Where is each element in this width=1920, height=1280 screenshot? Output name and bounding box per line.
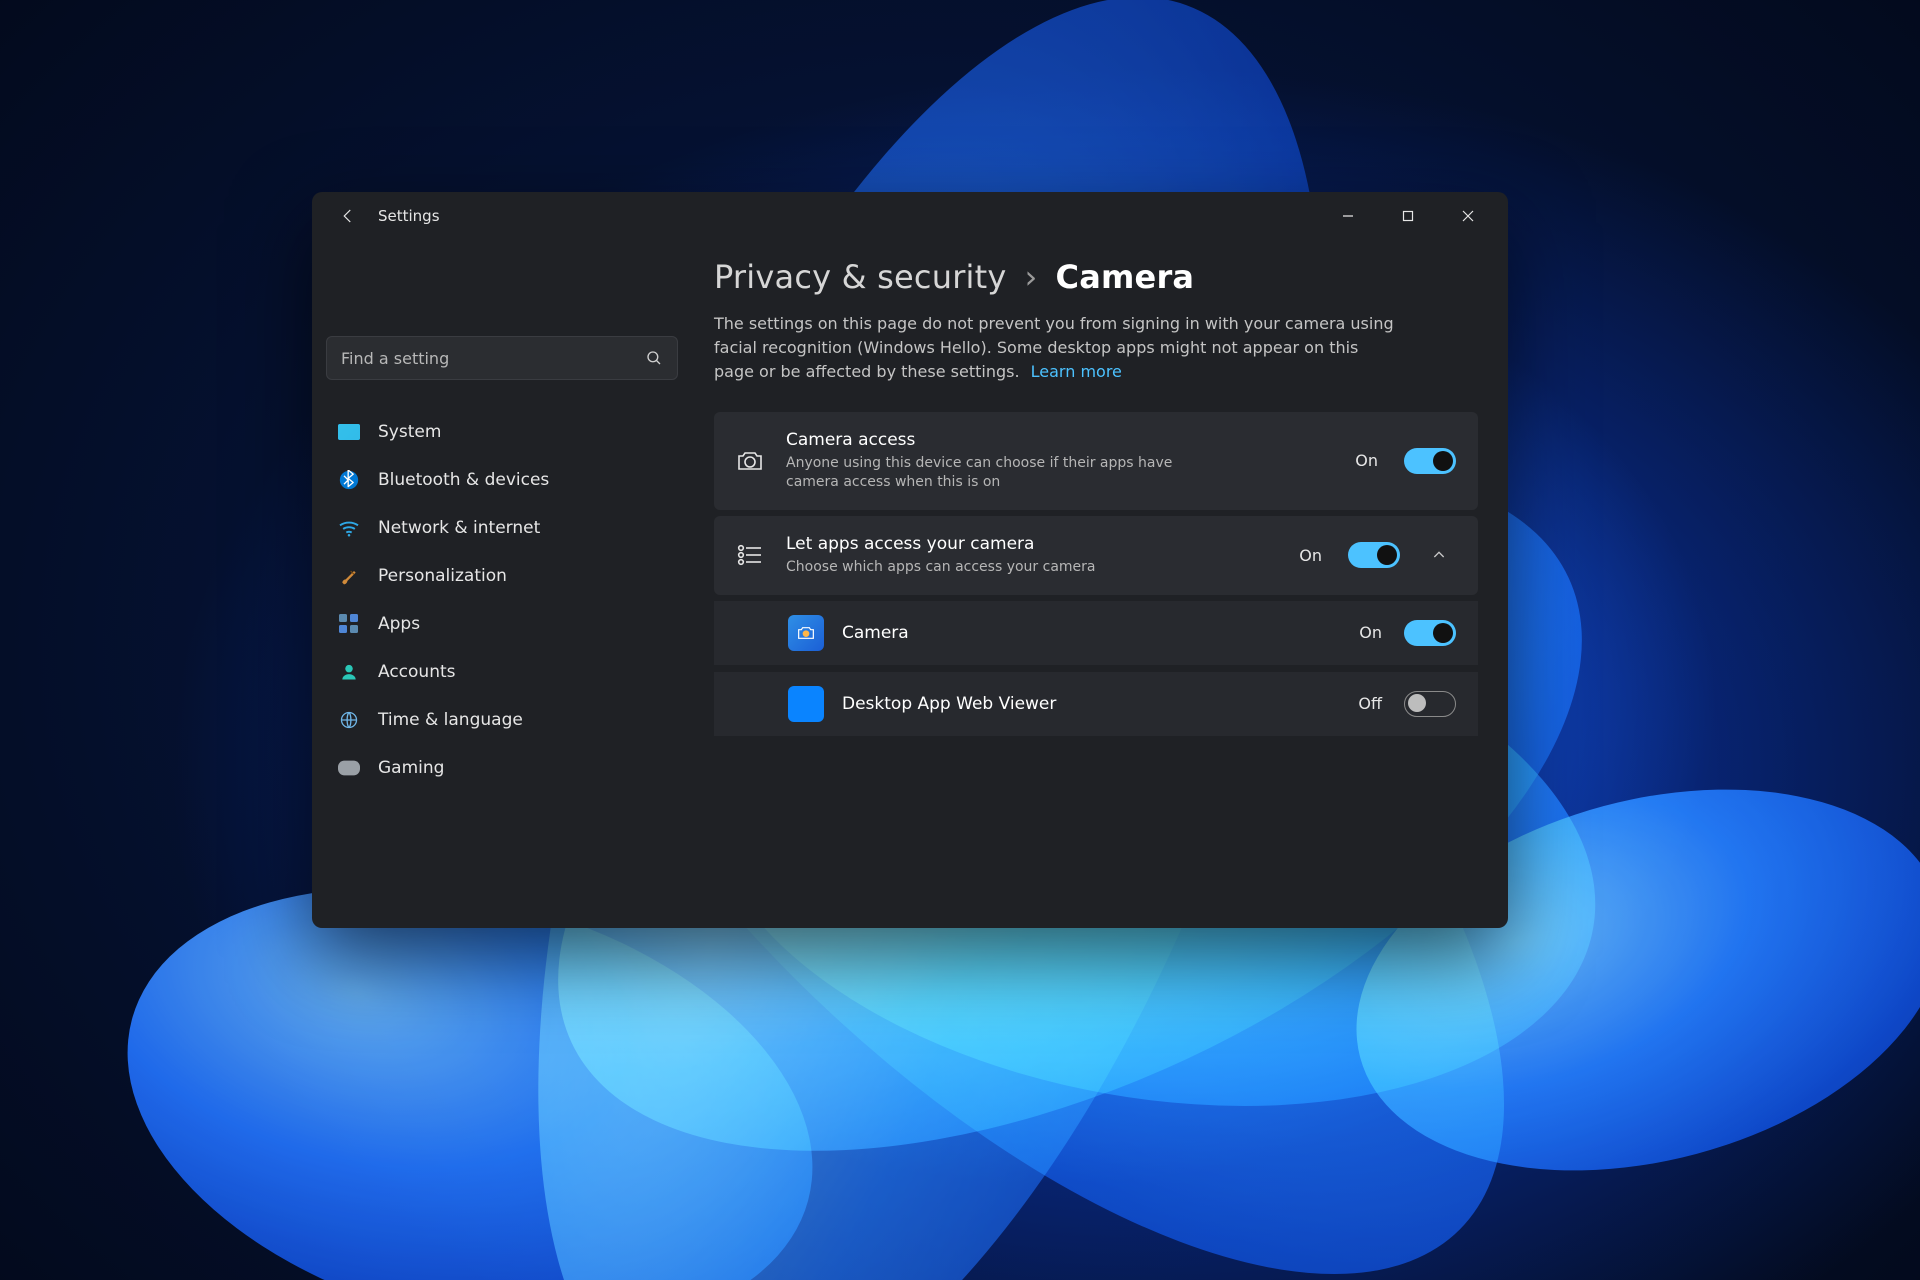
setting-subtitle: Choose which apps can access your camera [786,558,1206,577]
setting-title: Let apps access your camera [786,534,1277,554]
setting-title: Camera access [786,430,1333,450]
sidebar-item-bluetooth[interactable]: Bluetooth & devices [326,456,678,504]
bluetooth-icon [338,469,360,491]
back-button[interactable] [332,200,364,232]
sidebar-item-label: Time & language [378,710,523,730]
display-icon [338,421,360,443]
list-toggle-icon [736,541,764,569]
paintbrush-icon [338,565,360,587]
expand-button[interactable] [1422,547,1456,563]
generic-app-icon [788,686,824,722]
titlebar: Settings [312,192,1508,240]
settings-window: Settings System [312,192,1508,928]
sidebar-item-accounts[interactable]: Accounts [326,648,678,696]
sidebar-item-gaming[interactable]: Gaming [326,744,678,792]
sidebar-item-network[interactable]: Network & internet [326,504,678,552]
close-button[interactable] [1438,195,1498,237]
setting-subtitle: Anyone using this device can choose if t… [786,454,1206,492]
search-input[interactable] [341,349,645,368]
camera-app-icon [788,615,824,651]
apps-icon [338,613,360,635]
page-title: Camera [1056,258,1195,296]
app-desktop-web-viewer-toggle[interactable] [1404,691,1456,717]
toggle-state-label: Off [1358,694,1382,713]
apps-access-toggle[interactable] [1348,542,1400,568]
globe-clock-icon [338,709,360,731]
minimize-button[interactable] [1318,195,1378,237]
toggle-state-label: On [1299,546,1322,565]
breadcrumb: Privacy & security › Camera [714,258,1478,296]
arrow-left-icon [339,207,357,225]
chevron-right-icon: › [1025,258,1038,296]
sidebar-item-label: Apps [378,614,420,634]
sidebar-item-time-language[interactable]: Time & language [326,696,678,744]
sidebar-nav: System Bluetooth & devices Network & int… [326,408,678,792]
sidebar: System Bluetooth & devices Network & int… [312,240,692,928]
sidebar-item-label: Accounts [378,662,456,682]
sidebar-item-label: Bluetooth & devices [378,470,549,490]
window-title: Settings [378,207,440,225]
app-name-label: Camera [842,622,1341,644]
sidebar-item-apps[interactable]: Apps [326,600,678,648]
app-name-label: Desktop App Web Viewer [842,693,1340,715]
toggle-state-label: On [1355,451,1378,470]
app-row-desktop-web-viewer: Desktop App Web Viewer Off [714,672,1478,736]
search-box[interactable] [326,336,678,380]
sidebar-item-system[interactable]: System [326,408,678,456]
learn-more-link[interactable]: Learn more [1031,362,1122,381]
page-description: The settings on this page do not prevent… [714,312,1394,384]
minimize-icon [1342,210,1354,222]
setting-apps-access[interactable]: Let apps access your camera Choose which… [714,516,1478,595]
close-icon [1462,210,1474,222]
camera-icon [736,447,764,475]
person-icon [338,661,360,683]
sidebar-item-label: System [378,422,441,442]
app-camera-toggle[interactable] [1404,620,1456,646]
sidebar-item-personalization[interactable]: Personalization [326,552,678,600]
setting-camera-access[interactable]: Camera access Anyone using this device c… [714,412,1478,510]
breadcrumb-parent[interactable]: Privacy & security [714,258,1007,296]
search-icon [645,349,663,367]
wifi-icon [338,517,360,539]
toggle-state-label: On [1359,623,1382,642]
app-row-camera: Camera On [714,601,1478,666]
sidebar-item-label: Personalization [378,566,507,586]
maximize-icon [1402,210,1414,222]
camera-access-toggle[interactable] [1404,448,1456,474]
chevron-up-icon [1431,547,1447,563]
content-pane: Privacy & security › Camera The settings… [692,240,1508,928]
gamepad-icon [338,757,360,779]
maximize-button[interactable] [1378,195,1438,237]
sidebar-item-label: Network & internet [378,518,540,538]
sidebar-item-label: Gaming [378,758,444,778]
